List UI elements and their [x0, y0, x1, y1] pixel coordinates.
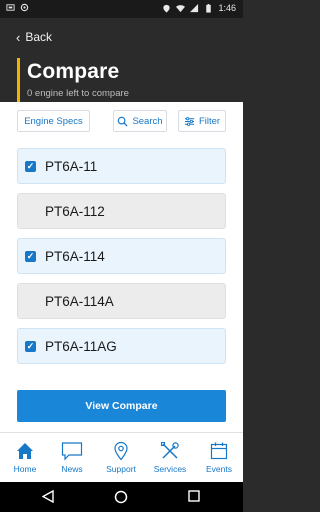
news-icon [61, 442, 83, 461]
tab-label: News [61, 464, 83, 474]
tab-label: Events [206, 464, 232, 474]
location-pin-icon [114, 441, 128, 461]
view-compare-button[interactable]: View Compare [17, 390, 226, 422]
filter-icon [184, 116, 195, 126]
tab-support[interactable]: Support [97, 441, 145, 481]
tools-icon [160, 441, 179, 459]
engine-item[interactable]: ✓ PT6A-11AG [17, 328, 226, 364]
engine-specs-label: Engine Specs [24, 115, 83, 127]
battery-icon [206, 3, 212, 13]
calendar-icon [210, 442, 228, 460]
media-icon [20, 3, 29, 12]
tab-news[interactable]: News [48, 441, 96, 481]
wifi-icon [176, 4, 186, 12]
engine-item[interactable]: ✓ PT6A-11 [17, 148, 226, 184]
page-subtitle: 0 engine left to compare [27, 88, 129, 99]
engine-specs-button[interactable]: Engine Specs [17, 110, 90, 132]
search-icon [118, 116, 128, 127]
checkbox-checked-icon[interactable]: ✓ [25, 161, 36, 172]
status-time: 1:46 [218, 3, 236, 13]
checkbox-checked-icon[interactable]: ✓ [25, 251, 36, 262]
engine-item[interactable]: PT6A-112 [17, 193, 226, 229]
header: ‹ Back Compare 0 engine left to compare [0, 18, 243, 102]
back-button[interactable]: ‹ Back [16, 30, 52, 44]
engine-item[interactable]: ✓ PT6A-114 [17, 238, 226, 274]
back-triangle-icon[interactable] [42, 490, 54, 503]
engine-item[interactable]: PT6A-114A [17, 283, 226, 319]
main-content: Engine Specs Search Filter ✓ PT6A-11 PT6… [0, 102, 243, 432]
engine-name: PT6A-11 [45, 159, 98, 174]
tab-label: Home [13, 464, 37, 474]
bottom-tab-bar: Home News Support Services Events [0, 432, 243, 482]
status-bar: 1:46 [0, 0, 243, 18]
tab-label: Support [106, 464, 136, 474]
search-button[interactable]: Search [113, 110, 167, 132]
chevron-left-icon: ‹ [16, 29, 21, 45]
page-title: Compare [27, 60, 120, 83]
filter-button[interactable]: Filter [178, 110, 226, 132]
title-accent-bar [17, 58, 20, 102]
engine-name: PT6A-112 [45, 204, 105, 219]
signal-icon [190, 3, 199, 12]
tab-events[interactable]: Events [195, 441, 243, 481]
engine-name: PT6A-114A [45, 294, 114, 309]
checkbox-checked-icon[interactable]: ✓ [25, 341, 36, 352]
engine-name: PT6A-11AG [45, 339, 117, 354]
system-nav-bar [0, 482, 243, 512]
recents-square-icon[interactable] [188, 490, 200, 502]
home-icon [17, 443, 33, 459]
back-label: Back [25, 30, 53, 44]
notification-icon [6, 4, 15, 11]
tab-services[interactable]: Services [146, 441, 194, 481]
location-icon [163, 4, 171, 13]
engine-name: PT6A-114 [45, 249, 105, 264]
tab-label: Services [153, 464, 187, 474]
search-label: Search [132, 115, 163, 127]
home-circle-icon[interactable] [114, 490, 128, 504]
filter-label: Filter [198, 115, 221, 127]
toolbar: Engine Specs Search Filter [17, 110, 226, 132]
tab-home[interactable]: Home [1, 441, 49, 481]
